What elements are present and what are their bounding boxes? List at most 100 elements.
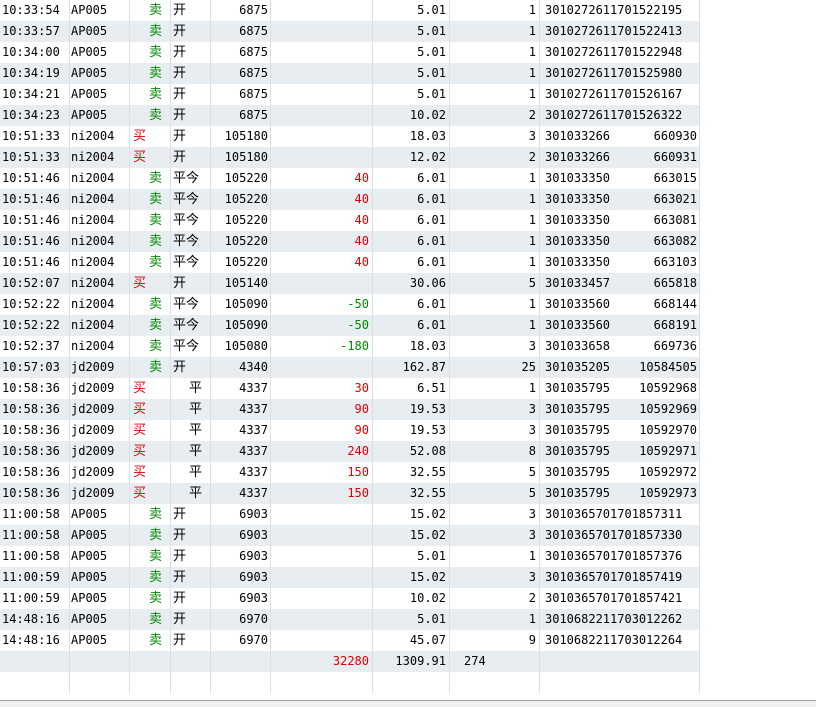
empty-cell	[450, 672, 540, 693]
trade-price: 6970	[211, 609, 271, 630]
trade-row[interactable]: 11:00:58 AP005 卖 开 6903 5.01 1 301036570…	[0, 546, 700, 567]
close-profit	[271, 546, 373, 567]
commission: 6.01	[373, 315, 450, 336]
trade-row[interactable]: 10:34:00 AP005 卖 开 6875 5.01 1 301027261…	[0, 42, 700, 63]
trade-row[interactable]: 14:48:16 AP005 卖 开 6970 45.07 9 30106822…	[0, 630, 700, 651]
trade-id: 10592969	[620, 399, 700, 420]
trade-row[interactable]: 10:58:36 jd2009 买 平 4337 90 19.53 3 3010…	[0, 420, 700, 441]
trade-row[interactable]: 10:34:23 AP005 卖 开 6875 10.02 2 30102726…	[0, 105, 700, 126]
trade-row[interactable]: 11:00:58 AP005 卖 开 6903 15.02 3 30103657…	[0, 525, 700, 546]
trade-quantity: 5	[450, 273, 540, 294]
contract-code: ni2004	[70, 294, 130, 315]
order-id: 301033266	[545, 129, 611, 143]
empty-cell	[373, 672, 450, 693]
trade-row[interactable]: 10:34:19 AP005 卖 开 6875 5.01 1 301027261…	[0, 63, 700, 84]
trade-row[interactable]: 10:52:07 ni2004 买 开 105140 30.06 5 30103…	[0, 273, 700, 294]
trade-id: 663021	[620, 189, 700, 210]
open-close: 开	[171, 0, 211, 21]
trade-quantity: 1	[450, 231, 540, 252]
order-id: 3010272611701525980	[545, 66, 683, 80]
trade-row[interactable]: 11:00:58 AP005 卖 开 6903 15.02 3 30103657…	[0, 504, 700, 525]
contract-code: AP005	[70, 84, 130, 105]
order-id: 3010272611701522948	[545, 45, 683, 59]
trade-id: 668191	[620, 315, 700, 336]
commission: 19.53	[373, 399, 450, 420]
trade-row[interactable]: 10:51:46 ni2004 卖 平今 105220 40 6.01 1 30…	[0, 252, 700, 273]
trade-row[interactable]: 10:51:33 ni2004 买 开 105180 12.02 2 30103…	[0, 147, 700, 168]
totals-empty	[171, 651, 211, 672]
contract-code: ni2004	[70, 168, 130, 189]
trade-price: 6875	[211, 63, 271, 84]
trade-row[interactable]: 10:51:46 ni2004 卖 平今 105220 40 6.01 1 30…	[0, 210, 700, 231]
close-profit	[271, 588, 373, 609]
direction: 卖	[130, 567, 171, 588]
open-close: 平	[171, 378, 211, 399]
commission: 19.53	[373, 420, 450, 441]
order-id: 301033658	[545, 339, 611, 353]
contract-code: jd2009	[70, 483, 130, 504]
direction: 买	[130, 399, 171, 420]
trade-row[interactable]: 10:51:33 ni2004 买 开 105180 18.03 3 30103…	[0, 126, 700, 147]
trade-row[interactable]: 10:51:46 ni2004 卖 平今 105220 40 6.01 1 30…	[0, 231, 700, 252]
close-profit: 40	[271, 252, 373, 273]
trade-row[interactable]: 10:33:57 AP005 卖 开 6875 5.01 1 301027261…	[0, 21, 700, 42]
trade-time: 10:51:46	[0, 168, 70, 189]
trade-row[interactable]: 10:57:03 jd2009 卖 开 4340 162.87 25 30103…	[0, 357, 700, 378]
close-profit: -50	[271, 315, 373, 336]
totals-empty	[540, 651, 620, 672]
contract-code: ni2004	[70, 273, 130, 294]
direction: 买	[130, 378, 171, 399]
trade-row[interactable]: 10:58:36 jd2009 买 平 4337 150 32.55 5 301…	[0, 462, 700, 483]
commission: 5.01	[373, 0, 450, 21]
open-close: 平	[171, 483, 211, 504]
direction: 买	[130, 441, 171, 462]
commission: 5.01	[373, 546, 450, 567]
trade-row[interactable]: 10:58:36 jd2009 买 平 4337 90 19.53 3 3010…	[0, 399, 700, 420]
trade-row[interactable]: 11:00:59 AP005 卖 开 6903 15.02 3 30103657…	[0, 567, 700, 588]
open-close: 平今	[171, 336, 211, 357]
direction: 卖	[130, 21, 171, 42]
trade-quantity: 3	[450, 420, 540, 441]
order-id: 301033560	[545, 297, 611, 311]
contract-code: ni2004	[70, 210, 130, 231]
direction: 卖	[130, 357, 171, 378]
contract-code: jd2009	[70, 420, 130, 441]
trade-price: 105220	[211, 252, 271, 273]
trade-time: 10:33:57	[0, 21, 70, 42]
trade-row[interactable]: 10:51:46 ni2004 卖 平今 105220 40 6.01 1 30…	[0, 168, 700, 189]
trade-row[interactable]: 10:52:37 ni2004 卖 平今 105080 -180 18.03 3…	[0, 336, 700, 357]
close-profit	[271, 105, 373, 126]
trade-row[interactable]: 10:34:21 AP005 卖 开 6875 5.01 1 301027261…	[0, 84, 700, 105]
trade-time: 10:58:36	[0, 441, 70, 462]
trade-price: 105220	[211, 168, 271, 189]
trade-row[interactable]: 10:52:22 ni2004 卖 平今 105090 -50 6.01 1 3…	[0, 294, 700, 315]
contract-code: AP005	[70, 525, 130, 546]
trade-time: 10:34:23	[0, 105, 70, 126]
trade-row[interactable]: 10:58:36 jd2009 买 平 4337 150 32.55 5 301…	[0, 483, 700, 504]
trade-id: 660930	[620, 126, 700, 147]
trade-quantity: 1	[450, 315, 540, 336]
trade-row[interactable]: 10:58:36 jd2009 买 平 4337 240 52.08 8 301…	[0, 441, 700, 462]
trade-time: 10:34:19	[0, 63, 70, 84]
order-id: 3010272611701526322	[545, 108, 683, 122]
trade-row[interactable]: 10:51:46 ni2004 卖 平今 105220 40 6.01 1 30…	[0, 189, 700, 210]
commission: 162.87	[373, 357, 450, 378]
open-close: 平今	[171, 252, 211, 273]
trade-row[interactable]: 10:52:22 ni2004 卖 平今 105090 -50 6.01 1 3…	[0, 315, 700, 336]
trade-row[interactable]: 11:00:59 AP005 卖 开 6903 10.02 2 30103657…	[0, 588, 700, 609]
trade-row[interactable]: 14:48:16 AP005 卖 开 6970 5.01 1 301068221…	[0, 609, 700, 630]
order-id: 3010272611701522195	[545, 3, 683, 17]
trade-row[interactable]: 10:33:54 AP005 卖 开 6875 5.01 1 301027261…	[0, 0, 700, 21]
trade-price: 6875	[211, 84, 271, 105]
open-close: 开	[171, 567, 211, 588]
trade-id: 665818	[620, 273, 700, 294]
trade-time: 11:00:59	[0, 588, 70, 609]
trade-row[interactable]: 10:58:36 jd2009 买 平 4337 30 6.51 1 30103…	[0, 378, 700, 399]
open-close: 平今	[171, 189, 211, 210]
direction: 卖	[130, 336, 171, 357]
open-close: 平今	[171, 210, 211, 231]
contract-code: jd2009	[70, 378, 130, 399]
commission: 32.55	[373, 462, 450, 483]
trade-id: 10584505	[620, 357, 700, 378]
open-close: 开	[171, 63, 211, 84]
